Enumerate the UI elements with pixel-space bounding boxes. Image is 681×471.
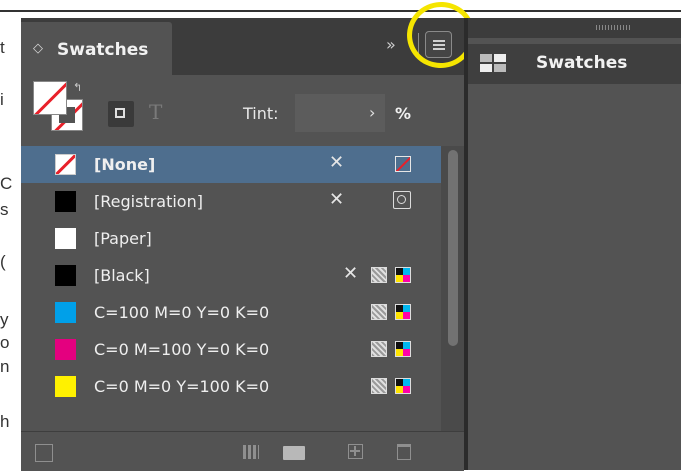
swatch-row[interactable]: C=0 M=0 Y=100 K=0: [21, 368, 441, 405]
cmyk-mode-icon: [395, 378, 411, 394]
document-text-fragment: i: [0, 90, 4, 109]
panel-tab-bar: ◇ Swatches »: [21, 0, 480, 75]
swatch-name: [Black]: [94, 266, 150, 285]
tab-swatches-label: Swatches: [57, 40, 149, 60]
process-color-icon: [371, 341, 387, 357]
new-color-group-icon[interactable]: [35, 444, 53, 462]
dock-tab-swatches[interactable]: Swatches: [468, 44, 681, 84]
cmyk-mode-icon: [395, 304, 411, 320]
show-swatch-views-icon[interactable]: [243, 445, 259, 459]
tint-label: Tint:: [243, 104, 279, 123]
swatch-color-chip: [55, 228, 76, 249]
swatches-grid-icon: [480, 54, 508, 74]
swatch-row[interactable]: [Black] ✕: [21, 257, 441, 294]
swap-fill-stroke-icon[interactable]: ↰: [73, 81, 82, 94]
swatch-row[interactable]: [Paper]: [21, 220, 441, 257]
dock-grip-icon[interactable]: [596, 25, 630, 30]
fill-stroke-widget[interactable]: ↰: [33, 81, 93, 139]
document-text-fragment: (: [0, 252, 6, 271]
document-text-fragment: o: [0, 333, 10, 352]
none-swatch-icon: [395, 156, 411, 172]
swatch-name: C=0 M=100 Y=0 K=0: [94, 340, 270, 359]
swatch-list-scrollbar[interactable]: [441, 146, 464, 431]
swatch-name: C=100 M=0 Y=0 K=0: [94, 303, 270, 322]
document-text-fragment: t: [0, 38, 5, 57]
none-slash-icon: [34, 82, 66, 114]
swatch-color-chip: [55, 191, 76, 212]
document-top-rule: [0, 10, 681, 12]
panel-collapse-chevron-icon[interactable]: ◇: [33, 41, 43, 56]
swatch-name: [Registration]: [94, 192, 203, 211]
scrollbar-thumb[interactable]: [448, 150, 458, 346]
collapse-panel-icon[interactable]: »: [386, 35, 396, 54]
tab-swatches[interactable]: ◇ Swatches: [21, 22, 172, 75]
document-text-fragment: h: [0, 412, 10, 431]
container-square-icon: [115, 108, 125, 118]
tint-slider-arrow-icon[interactable]: ›: [369, 103, 375, 122]
swatch-row[interactable]: [Registration] ✕: [21, 183, 441, 220]
swatch-name: [Paper]: [94, 229, 152, 248]
new-swatch-icon[interactable]: [348, 444, 363, 459]
document-text-fragment: n: [0, 357, 10, 376]
swatches-panel: ◇ Swatches » ↰ T Tint: › % [None] ✕ [Regis…: [21, 0, 480, 471]
new-folder-icon[interactable]: [283, 446, 305, 460]
no-edit-icon: ✕: [329, 189, 345, 210]
registration-icon: [393, 191, 411, 209]
process-color-icon: [371, 267, 387, 283]
panel-footer: [21, 431, 464, 471]
formatting-affects-text-button[interactable]: T: [149, 100, 162, 124]
swatch-name: C=0 M=0 Y=100 K=0: [94, 377, 270, 396]
swatch-row[interactable]: C=100 M=0 Y=0 K=0: [21, 294, 441, 331]
no-edit-icon: ✕: [329, 152, 345, 173]
swatch-name: [None]: [94, 155, 156, 174]
process-color-icon: [371, 304, 387, 320]
swatch-row[interactable]: C=0 M=100 Y=0 K=0: [21, 331, 441, 368]
process-color-icon: [371, 378, 387, 394]
swatch-row[interactable]: [None] ✕: [21, 146, 441, 183]
cmyk-mode-icon: [395, 341, 411, 357]
dock-tab-swatches-label: Swatches: [536, 53, 628, 73]
document-text-fragment: s: [0, 200, 9, 219]
dock-header: [468, 18, 681, 38]
tint-percent-unit: %: [395, 104, 412, 123]
delete-swatch-icon[interactable]: [397, 444, 411, 460]
swatch-color-chip: [55, 339, 76, 360]
document-text-fragment: C: [0, 174, 13, 193]
document-text-fragment: y: [0, 310, 9, 329]
formatting-affects-container-button[interactable]: [108, 101, 134, 127]
swatch-color-chip: [55, 265, 76, 286]
swatch-color-chip: [55, 302, 76, 323]
no-edit-icon: ✕: [343, 263, 359, 284]
fill-swatch[interactable]: [33, 81, 67, 115]
collapsed-swatches-dock: Swatches: [468, 18, 681, 470]
cmyk-mode-icon: [395, 267, 411, 283]
swatch-color-chip: [55, 376, 76, 397]
swatch-color-chip: [55, 154, 76, 175]
